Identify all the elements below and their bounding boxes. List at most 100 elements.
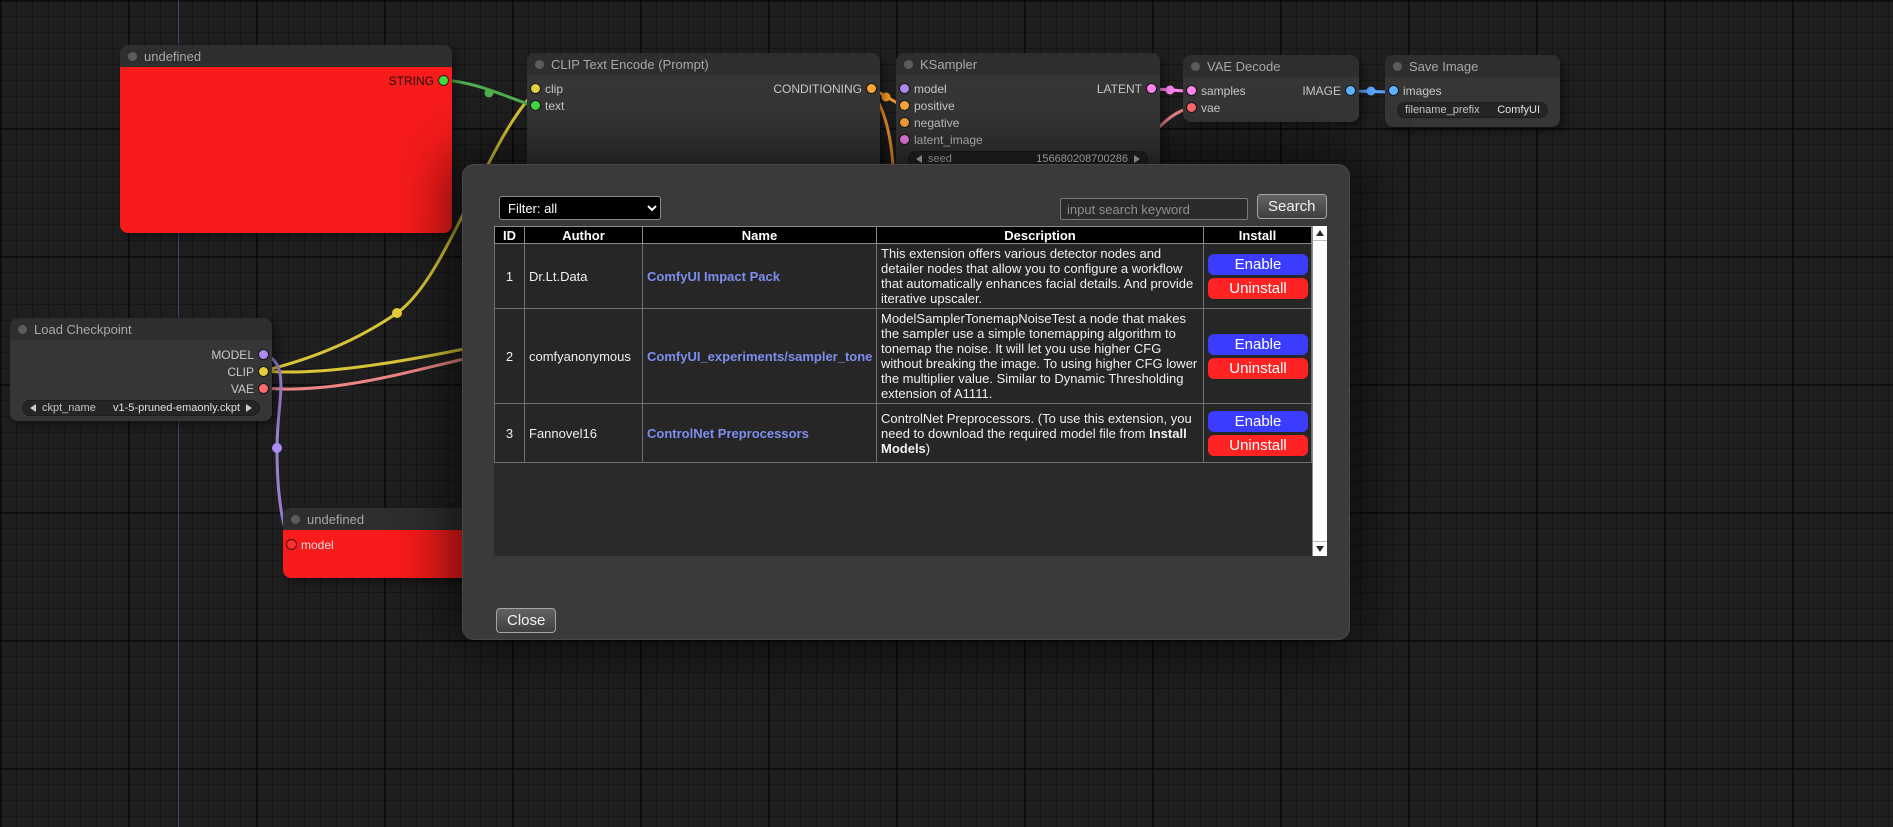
node-header[interactable]: undefined	[120, 45, 452, 67]
link-center-dot	[272, 443, 282, 453]
cell-install: Enable Uninstall	[1204, 244, 1312, 309]
scrollbar-thumb[interactable]	[1313, 240, 1327, 542]
node-vae-decode[interactable]: VAE Decode samples IMAGE vae	[1183, 55, 1359, 122]
output-port-clip[interactable]	[259, 367, 268, 376]
input-port-vae[interactable]	[1187, 103, 1196, 112]
wire-vae	[263, 359, 464, 389]
node-load-checkpoint[interactable]: Load Checkpoint MODEL CLIP	[10, 318, 272, 421]
search-input[interactable]	[1060, 198, 1248, 220]
collapse-dot-icon[interactable]	[1393, 62, 1402, 71]
node-clip-text-encode[interactable]: CLIP Text Encode (Prompt) clip CONDITION…	[527, 53, 880, 175]
output-port-clip-group: CLIP	[227, 365, 268, 379]
collapse-dot-icon[interactable]	[291, 515, 300, 524]
collapse-dot-icon[interactable]	[18, 325, 27, 334]
input-port-vae-label: vae	[1201, 101, 1220, 115]
node-header[interactable]: Load Checkpoint	[10, 318, 272, 340]
output-port-conditioning-label: CONDITIONING	[773, 82, 862, 96]
node-header[interactable]: KSampler	[896, 53, 1160, 75]
filename-prefix-label: filename_prefix	[1405, 104, 1480, 116]
output-port-string-group: STRING	[389, 74, 448, 88]
node-header[interactable]: Save Image	[1385, 55, 1560, 77]
input-port-latent-image[interactable]	[900, 135, 909, 144]
ckpt-name-widget[interactable]: ckpt_name v1-5-pruned-emaonly.ckpt	[22, 400, 260, 416]
scroll-down-button[interactable]	[1313, 542, 1327, 556]
output-port-conditioning[interactable]	[867, 84, 876, 93]
scroll-up-button[interactable]	[1313, 226, 1327, 240]
filter-select[interactable]: Filter: all	[499, 196, 661, 220]
cell-description: ModelSamplerTonemapNoiseTest a node that…	[877, 309, 1204, 404]
node-title: CLIP Text Encode (Prompt)	[551, 57, 709, 72]
cell-description: This extension offers various detector n…	[877, 244, 1204, 309]
extension-link[interactable]: ControlNet Preprocessors	[647, 426, 872, 441]
link-center-dot	[1166, 86, 1175, 95]
input-port-negative[interactable]	[900, 118, 909, 127]
filename-prefix-widget[interactable]: filename_prefix ComfyUI	[1397, 102, 1548, 118]
input-port-latent-image-group: latent_image	[900, 133, 983, 147]
input-port-model[interactable]	[900, 84, 909, 93]
enable-button[interactable]: Enable	[1208, 254, 1308, 275]
ckpt-name-value: v1-5-pruned-emaonly.ckpt	[113, 402, 240, 414]
increment-arrow-icon[interactable]	[246, 404, 252, 412]
extension-link[interactable]: ComfyUI_experiments/sampler_tonemap	[647, 349, 872, 364]
node-header[interactable]: VAE Decode	[1183, 55, 1359, 77]
output-port-string[interactable]	[439, 76, 448, 85]
node-title: undefined	[307, 512, 364, 527]
node-header[interactable]: undefined	[283, 508, 483, 530]
cell-author: Fannovel16	[525, 404, 643, 463]
input-port-clip[interactable]	[531, 84, 540, 93]
input-port-images[interactable]	[1389, 86, 1398, 95]
input-port-model-group: model	[900, 82, 947, 96]
output-port-image-label: IMAGE	[1302, 84, 1341, 98]
filename-prefix-value: ComfyUI	[1497, 104, 1540, 116]
input-port-vae-group: vae	[1187, 101, 1220, 115]
close-button[interactable]: Close	[496, 608, 556, 633]
output-port-latent[interactable]	[1147, 84, 1156, 93]
node-ksampler[interactable]: KSampler model LATENT positiv	[896, 53, 1160, 170]
output-port-clip-label: CLIP	[227, 365, 254, 379]
input-port-positive-label: positive	[914, 99, 955, 113]
node-title: VAE Decode	[1207, 59, 1280, 74]
table-scrollbar[interactable]	[1312, 226, 1327, 556]
input-port-samples-group: samples	[1187, 84, 1246, 98]
uninstall-button[interactable]: Uninstall	[1208, 358, 1308, 379]
header-author: Author	[525, 227, 643, 244]
input-port-samples[interactable]	[1187, 86, 1196, 95]
node-header[interactable]: CLIP Text Encode (Prompt)	[527, 53, 880, 75]
output-port-model[interactable]	[259, 350, 268, 359]
collapse-dot-icon[interactable]	[535, 60, 544, 69]
link-center-dot	[392, 308, 402, 318]
input-port-text[interactable]	[531, 101, 540, 110]
cell-author: Dr.Lt.Data	[525, 244, 643, 309]
input-port-model-label: model	[914, 82, 947, 96]
decrement-arrow-icon[interactable]	[30, 404, 36, 412]
output-port-image[interactable]	[1346, 86, 1355, 95]
node-title: KSampler	[920, 57, 977, 72]
uninstall-button[interactable]: Uninstall	[1208, 278, 1308, 299]
output-port-model-label: MODEL	[211, 348, 254, 362]
node-undefined-model[interactable]: undefined model	[283, 508, 483, 578]
input-port-model[interactable]	[287, 540, 296, 549]
uninstall-button[interactable]: Uninstall	[1208, 435, 1308, 456]
enable-button[interactable]: Enable	[1208, 411, 1308, 432]
output-port-latent-group: LATENT	[1097, 82, 1156, 96]
enable-button[interactable]: Enable	[1208, 334, 1308, 355]
collapse-dot-icon[interactable]	[904, 60, 913, 69]
output-port-latent-label: LATENT	[1097, 82, 1142, 96]
node-undefined-string[interactable]: undefined STRING	[120, 45, 452, 233]
cell-install: Enable Uninstall	[1204, 404, 1312, 463]
table-row: 3 Fannovel16 ControlNet Preprocessors Co…	[495, 404, 1312, 463]
input-port-text-label: text	[545, 99, 564, 113]
extension-link[interactable]: ComfyUI Impact Pack	[647, 269, 872, 284]
table-row: 2 comfyanonymous ComfyUI_experiments/sam…	[495, 309, 1312, 404]
decrement-arrow-icon[interactable]	[916, 155, 922, 163]
link-center-dot	[1367, 87, 1376, 96]
input-port-positive[interactable]	[900, 101, 909, 110]
increment-arrow-icon[interactable]	[1134, 155, 1140, 163]
input-port-images-label: images	[1403, 84, 1442, 98]
collapse-dot-icon[interactable]	[1191, 62, 1200, 71]
output-port-vae[interactable]	[259, 384, 268, 393]
cell-id: 3	[495, 404, 525, 463]
node-save-image[interactable]: Save Image images filename_prefix ComfyU…	[1385, 55, 1560, 127]
collapse-dot-icon[interactable]	[128, 52, 137, 61]
search-button[interactable]: Search	[1257, 194, 1327, 219]
